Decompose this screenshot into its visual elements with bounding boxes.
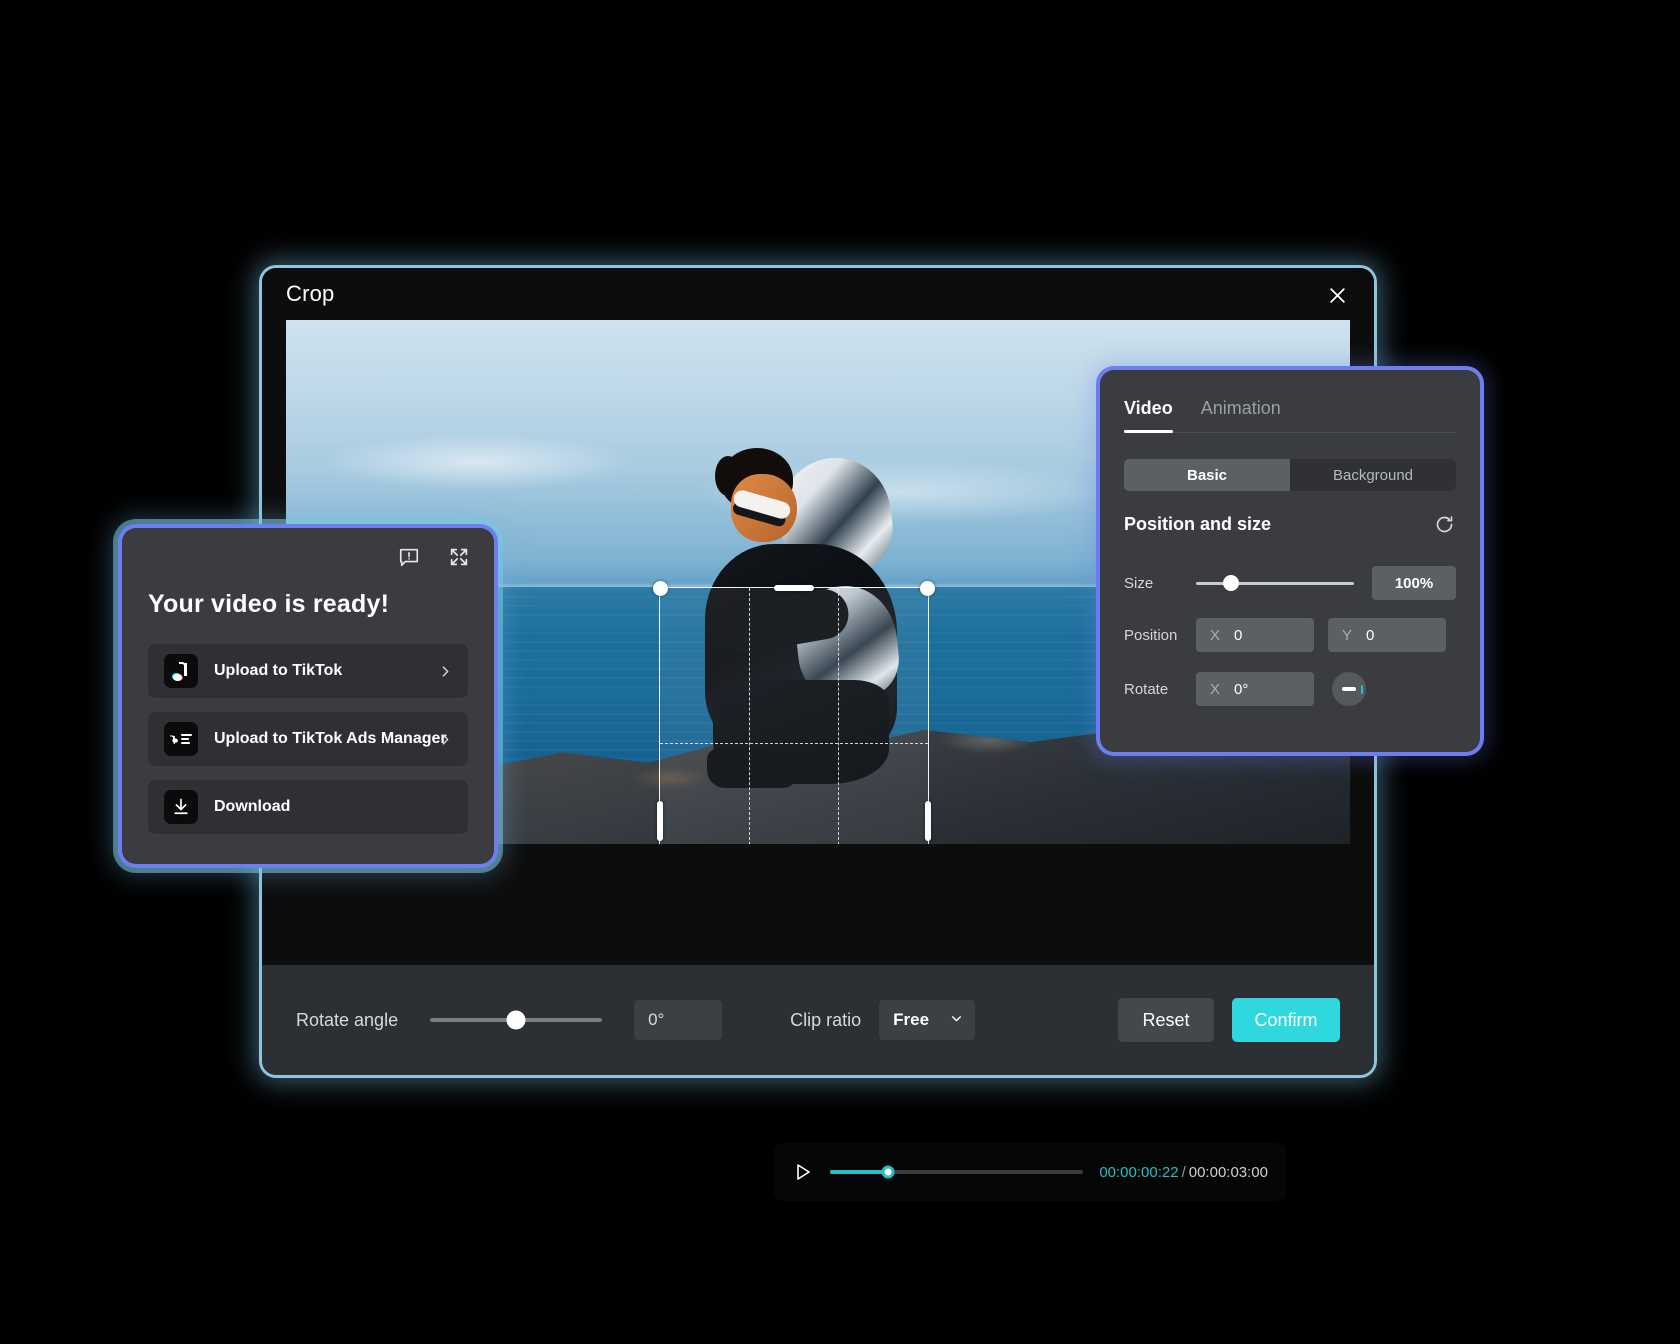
- play-icon[interactable]: [792, 1161, 814, 1183]
- tiktok-ads-manager-icon: [164, 722, 198, 756]
- rotate-x-axis-label: X: [1210, 681, 1220, 698]
- rotate-row: Rotate X 0°: [1124, 672, 1456, 706]
- export-option-label: Download: [214, 798, 290, 816]
- playback-progress-knob[interactable]: [882, 1166, 895, 1179]
- crop-selection-box[interactable]: [660, 588, 928, 844]
- playback-current-time: 00:00:00:22: [1099, 1164, 1178, 1181]
- playback-progress-track[interactable]: [830, 1170, 1083, 1174]
- crop-toolbar: Rotate angle 0° Clip ratio Free Reset Co…: [262, 965, 1374, 1075]
- export-ready-popup: Your video is ready! Upload to TikTok: [122, 528, 494, 864]
- segment-background[interactable]: Background: [1290, 459, 1456, 491]
- position-row: Position X 0 Y 0: [1124, 618, 1456, 652]
- section-title: Position and size: [1124, 514, 1271, 535]
- rotate-angle-label: Rotate angle: [296, 1010, 398, 1031]
- playback-time-separator: /: [1182, 1164, 1186, 1181]
- chevron-down-icon: [950, 1010, 963, 1030]
- size-row: Size 100%: [1124, 566, 1456, 600]
- rotate-x-value: 0°: [1234, 681, 1248, 698]
- upload-to-tiktok-ads-manager-button[interactable]: Upload to TikTok Ads Manager: [148, 712, 468, 766]
- tab-video[interactable]: Video: [1124, 398, 1173, 433]
- playback-total-time: 00:00:03:00: [1189, 1164, 1268, 1181]
- crop-titlebar: Crop: [262, 268, 1374, 320]
- export-options-list: Upload to TikTok Upload to TikTok Ads Ma…: [148, 644, 468, 834]
- screenshot-root: Crop: [0, 0, 1680, 1344]
- tab-animation[interactable]: Animation: [1201, 398, 1281, 433]
- video-settings-panel: Video Animation Basic Background Positio…: [1100, 370, 1480, 752]
- size-slider[interactable]: [1196, 582, 1354, 585]
- playback-bar: 00:00:00:22/00:00:03:00: [774, 1143, 1286, 1201]
- chevron-right-icon: [439, 733, 452, 746]
- position-x-field[interactable]: X 0: [1196, 618, 1314, 652]
- rotate-angle-slider-knob[interactable]: [507, 1011, 526, 1030]
- position-y-value: 0: [1366, 627, 1374, 644]
- crop-handle-top[interactable]: [774, 585, 814, 591]
- crop-handle-top-right[interactable]: [920, 581, 935, 596]
- position-and-size-header: Position and size: [1124, 512, 1456, 536]
- download-button[interactable]: Download: [148, 780, 468, 834]
- rotate-angle-input[interactable]: 0°: [634, 1000, 722, 1040]
- crop-handle-right[interactable]: [925, 801, 931, 841]
- segmented-control: Basic Background: [1124, 459, 1456, 491]
- rotate-x-field[interactable]: X 0°: [1196, 672, 1314, 706]
- reset-rotate-icon[interactable]: [1432, 512, 1456, 536]
- crop-handle-top-left[interactable]: [653, 581, 668, 596]
- position-x-axis-label: X: [1210, 627, 1220, 644]
- position-label: Position: [1124, 627, 1196, 644]
- export-popup-title: Your video is ready!: [148, 590, 389, 619]
- position-y-field[interactable]: Y 0: [1328, 618, 1446, 652]
- download-icon: [164, 790, 198, 824]
- page-title: Crop: [286, 281, 335, 307]
- size-input[interactable]: 100%: [1372, 566, 1456, 600]
- panel-tabs: Video Animation: [1124, 398, 1456, 433]
- export-option-label: Upload to TikTok Ads Manager: [214, 730, 447, 748]
- export-popup-icons: [396, 544, 472, 570]
- segment-basic[interactable]: Basic: [1124, 459, 1290, 491]
- tiktok-icon: [164, 654, 198, 688]
- position-y-axis-label: Y: [1342, 627, 1352, 644]
- position-x-value: 0: [1234, 627, 1242, 644]
- playback-timecode: 00:00:00:22/00:00:03:00: [1099, 1164, 1268, 1181]
- clip-ratio-label: Clip ratio: [790, 1010, 861, 1031]
- feedback-icon[interactable]: [396, 544, 422, 570]
- confirm-button[interactable]: Confirm: [1232, 998, 1340, 1042]
- playback-progress-fill: [830, 1170, 888, 1174]
- size-slider-knob[interactable]: [1223, 575, 1239, 591]
- rotate-label: Rotate: [1124, 681, 1196, 698]
- upload-to-tiktok-button[interactable]: Upload to TikTok: [148, 644, 468, 698]
- crop-handle-left[interactable]: [657, 801, 663, 841]
- collapse-icon[interactable]: [446, 544, 472, 570]
- clip-ratio-value: Free: [893, 1010, 929, 1030]
- size-label: Size: [1124, 575, 1196, 592]
- link-toggle-icon[interactable]: [1332, 672, 1366, 706]
- close-icon[interactable]: [1320, 278, 1354, 312]
- export-option-label: Upload to TikTok: [214, 662, 342, 680]
- clip-ratio-select[interactable]: Free: [879, 1000, 975, 1040]
- chevron-right-icon: [439, 665, 452, 678]
- reset-button[interactable]: Reset: [1118, 998, 1214, 1042]
- rotate-angle-slider[interactable]: [430, 1018, 602, 1022]
